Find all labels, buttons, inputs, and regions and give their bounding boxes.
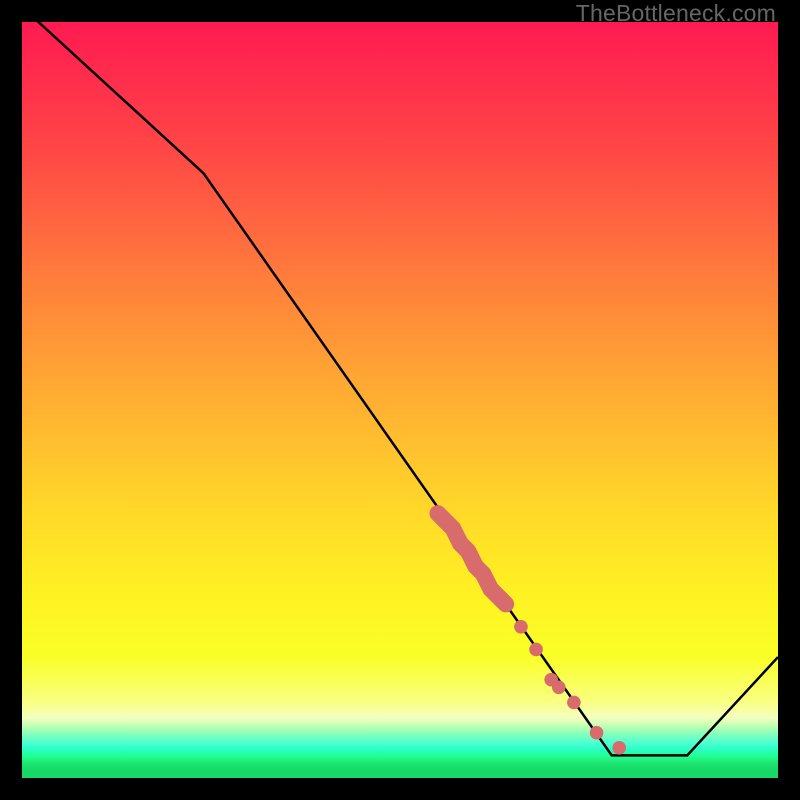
highlight-point xyxy=(590,726,604,740)
highlight-point xyxy=(567,696,581,710)
bottleneck-curve xyxy=(22,22,778,755)
chart-plot-area xyxy=(22,22,778,778)
highlight-point xyxy=(514,620,528,634)
highlight-point xyxy=(446,522,460,536)
curve-path xyxy=(22,22,778,755)
chart-frame: TheBottleneck.com xyxy=(0,0,800,800)
highlight-point xyxy=(552,680,566,694)
highlight-point xyxy=(476,567,490,581)
highlight-point xyxy=(461,544,475,558)
highlight-segment xyxy=(431,507,626,755)
highlight-point xyxy=(529,643,543,657)
highlight-point xyxy=(499,597,513,611)
chart-svg xyxy=(22,22,778,778)
highlight-point xyxy=(612,741,626,755)
